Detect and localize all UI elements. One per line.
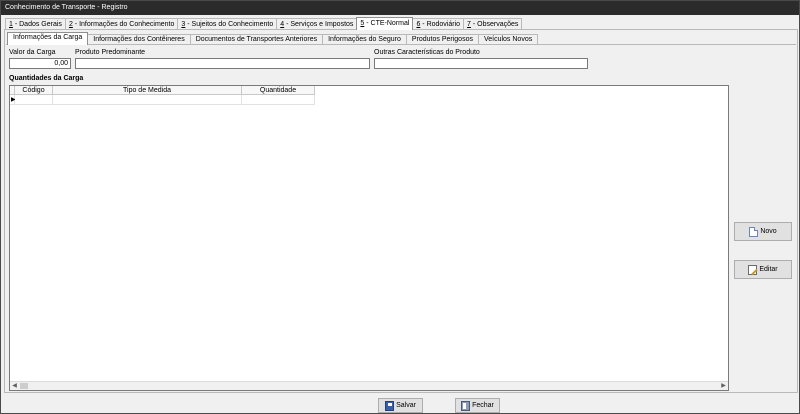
valor-carga-field[interactable]: 0,00	[9, 58, 71, 69]
exit-door-icon	[461, 400, 471, 411]
grid-header: Código Tipo de Medida Quantidade	[10, 86, 315, 95]
novo-button[interactable]: Novo	[734, 222, 792, 241]
salvar-button-label: Salvar	[396, 402, 416, 409]
salvar-button[interactable]: Salvar	[378, 398, 423, 413]
column-header-codigo[interactable]: Código	[15, 86, 53, 95]
new-document-icon	[749, 226, 759, 237]
valor-carga-label: Valor da Carga	[9, 49, 56, 56]
produto-predominante-label: Produto Predominante	[75, 49, 146, 56]
edit-pencil-icon	[748, 264, 758, 275]
column-header-quantidade[interactable]: Quantidade	[242, 86, 315, 95]
editar-button[interactable]: Editar	[734, 260, 792, 279]
subtab-informacoes-carga[interactable]: Informações da Carga	[7, 32, 89, 45]
outras-caracteristicas-label: Outras Características do Produto	[374, 49, 480, 56]
column-header-tipo-medida[interactable]: Tipo de Medida	[53, 86, 242, 95]
window-title: Conhecimento de Transporte - Registro	[1, 1, 799, 15]
novo-button-label: Novo	[760, 228, 777, 235]
cell-codigo[interactable]	[15, 95, 53, 105]
informacoes-carga-panel: Valor da Carga 0,00 Produto Predominante…	[6, 44, 796, 391]
cte-normal-panel: Informações da Carga Informações dos Con…	[4, 29, 798, 393]
fechar-button-label: Fechar	[472, 402, 494, 409]
horizontal-scrollbar[interactable]: ◀ ▶	[10, 381, 728, 390]
scroll-left-icon[interactable]: ◀	[10, 382, 19, 390]
save-disk-icon	[385, 400, 395, 411]
cell-quantidade[interactable]	[242, 95, 315, 105]
registro-window: Conhecimento de Transporte - Registro 1 …	[0, 0, 800, 414]
outras-caracteristicas-field[interactable]	[374, 58, 588, 69]
quantidades-grid: Código Tipo de Medida Quantidade ▶ ◀ ▶	[9, 85, 729, 391]
quantidades-carga-title: Quantidades da Carga	[9, 75, 84, 82]
produto-predominante-field[interactable]	[75, 58, 370, 69]
scrollbar-thumb[interactable]	[20, 383, 28, 389]
scroll-right-icon[interactable]: ▶	[719, 382, 728, 390]
table-row[interactable]: ▶	[10, 95, 315, 105]
fechar-button[interactable]: Fechar	[455, 398, 500, 413]
tab-cte-normal[interactable]: 5 - CTE-Normal	[356, 17, 414, 30]
cell-tipo-medida[interactable]	[53, 95, 242, 105]
editar-button-label: Editar	[759, 266, 778, 273]
